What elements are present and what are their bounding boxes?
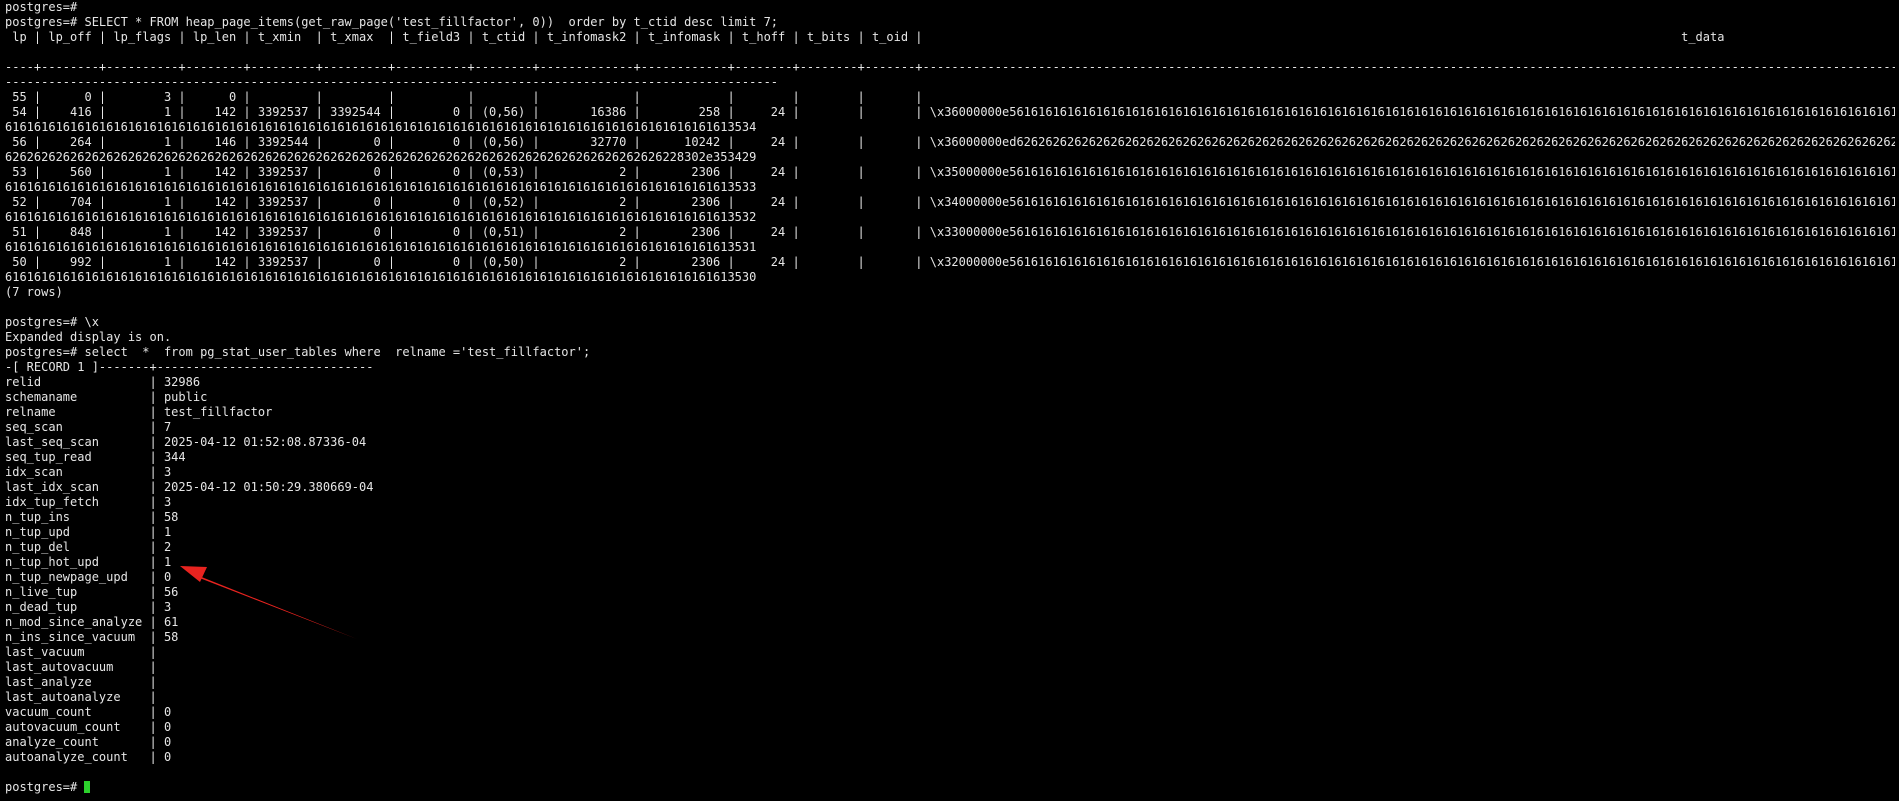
line — [5, 765, 1895, 780]
line: relid | 32986 — [5, 375, 201, 389]
line: last_autovacuum | — [5, 660, 157, 674]
line: last_idx_scan | 2025-04-12 01:50:29.3806… — [5, 480, 374, 494]
line: n_live_tup | 56 — [5, 585, 179, 599]
line: last_autoanalyze | — [5, 690, 157, 704]
line — [5, 45, 1895, 60]
line: 54 | 416 | 1 | 142 | 3392537 | 3392544 |… — [5, 105, 1895, 119]
line: n_tup_upd | 1 — [5, 525, 172, 539]
line: 6161616161616161616161616161616161616161… — [5, 180, 757, 194]
line: 6161616161616161616161616161616161616161… — [5, 120, 757, 134]
line: n_tup_newpage_upd | 0 — [5, 570, 172, 584]
line: postgres=# \x — [5, 315, 99, 329]
line: ----------------------------------------… — [5, 75, 779, 89]
line: 50 | 992 | 1 | 142 | 3392537 | 0 | 0 | (… — [5, 255, 1895, 269]
line: n_ins_since_vacuum | 58 — [5, 630, 179, 644]
line: 55 | 0 | 3 | 0 | | | | | | | | | | — [5, 90, 923, 104]
cursor — [84, 781, 91, 793]
line: -[ RECORD 1 ]-------+-------------------… — [5, 360, 374, 374]
line: n_mod_since_analyze | 61 — [5, 615, 179, 629]
line: n_tup_del | 2 — [5, 540, 172, 554]
line: 56 | 264 | 1 | 146 | 3392544 | 0 | 0 | (… — [5, 135, 1895, 149]
prompt: postgres=# — [5, 780, 85, 794]
line: postgres=# SELECT * FROM heap_page_items… — [5, 15, 779, 29]
line: 52 | 704 | 1 | 142 | 3392537 | 0 | 0 | (… — [5, 195, 1895, 209]
line: 6161616161616161616161616161616161616161… — [5, 270, 757, 284]
line: 6262626262626262626262626262626262626262… — [5, 150, 757, 164]
line: last_analyze | — [5, 675, 157, 689]
line: seq_scan | 7 — [5, 420, 172, 434]
line: postgres=# — [5, 0, 78, 14]
line: vacuum_count | 0 — [5, 705, 172, 719]
prompt-line[interactable]: postgres=# — [5, 780, 1895, 795]
line: last_seq_scan | 2025-04-12 01:52:08.8733… — [5, 435, 367, 449]
terminal-output[interactable]: postgres=# postgres=# SELECT * FROM heap… — [5, 0, 1895, 795]
line: lp | lp_off | lp_flags | lp_len | t_xmin… — [5, 30, 1725, 44]
line: autoanalyze_count | 0 — [5, 750, 172, 764]
line: (7 rows) — [5, 285, 63, 299]
line: schemaname | public — [5, 390, 208, 404]
line: n_tup_hot_upd | 1 — [5, 555, 172, 569]
line: 6161616161616161616161616161616161616161… — [5, 210, 757, 224]
line: analyze_count | 0 — [5, 735, 172, 749]
line — [5, 300, 1895, 315]
line: postgres=# select * from pg_stat_user_ta… — [5, 345, 591, 359]
line: 6161616161616161616161616161616161616161… — [5, 240, 757, 254]
line: n_tup_ins | 58 — [5, 510, 179, 524]
line: relname | test_fillfactor — [5, 405, 273, 419]
line: last_vacuum | — [5, 645, 157, 659]
line: idx_tup_fetch | 3 — [5, 495, 172, 509]
line: autovacuum_count | 0 — [5, 720, 172, 734]
line: ----+--------+----------+--------+------… — [5, 60, 1895, 74]
line: n_dead_tup | 3 — [5, 600, 172, 614]
line: 51 | 848 | 1 | 142 | 3392537 | 0 | 0 | (… — [5, 225, 1895, 239]
line: seq_tup_read | 344 — [5, 450, 186, 464]
line: idx_scan | 3 — [5, 465, 172, 479]
line: Expanded display is on. — [5, 330, 172, 344]
line: 53 | 560 | 1 | 142 | 3392537 | 0 | 0 | (… — [5, 165, 1895, 179]
